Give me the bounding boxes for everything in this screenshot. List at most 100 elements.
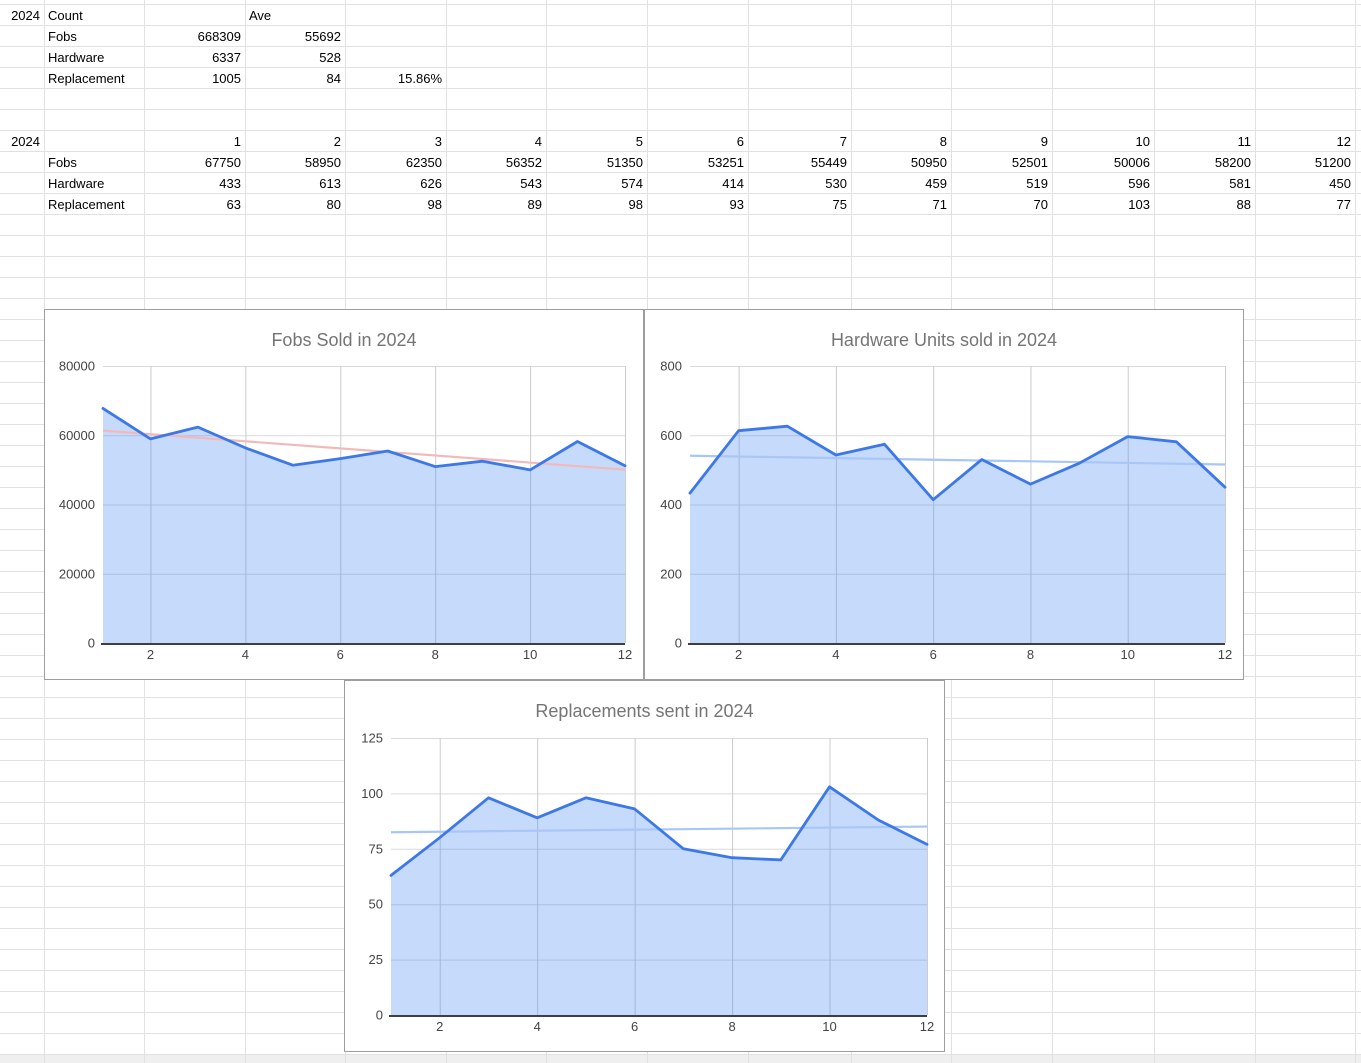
x-tick-label: 12 xyxy=(1218,647,1232,662)
chart-title: Fobs Sold in 2024 xyxy=(45,330,643,351)
cell-value[interactable]: 581 xyxy=(1155,173,1251,194)
x-tick-label: 8 xyxy=(728,1019,735,1034)
y-tick-label: 800 xyxy=(660,359,682,374)
cell-value[interactable]: 71 xyxy=(852,194,947,215)
cell-value[interactable]: 98 xyxy=(547,194,643,215)
x-tick-label: 2 xyxy=(147,647,154,662)
cell-value[interactable]: 53251 xyxy=(648,152,744,173)
cell-count[interactable]: 1005 xyxy=(145,68,241,89)
series-area xyxy=(103,408,625,643)
cell-count[interactable]: 6337 xyxy=(145,47,241,68)
y-tick-label: 75 xyxy=(369,841,383,856)
cell-month-header[interactable]: 6 xyxy=(648,131,744,152)
y-tick-label: 50 xyxy=(369,897,383,912)
cell-ave[interactable]: 55692 xyxy=(246,26,341,47)
cell-ave-header[interactable]: Ave xyxy=(249,5,345,26)
cell-count-header[interactable]: Count xyxy=(48,5,144,26)
x-tick-label: 10 xyxy=(523,647,537,662)
chart-card-fobs[interactable]: Fobs Sold in 2024 0200004000060000800002… xyxy=(44,309,644,680)
cell-value[interactable]: 77 xyxy=(1256,194,1351,215)
cell-value[interactable]: 56352 xyxy=(447,152,542,173)
y-tick-label: 100 xyxy=(361,786,383,801)
x-tick-label: 6 xyxy=(930,647,937,662)
cell-value[interactable]: 543 xyxy=(447,173,542,194)
y-tick-label: 125 xyxy=(361,731,383,746)
cell-value[interactable]: 530 xyxy=(749,173,847,194)
chart-card-replacements[interactable]: Replacements sent in 2024 0 25 50 75 100 125 2… xyxy=(344,680,945,1052)
x-tick-label: 2 xyxy=(735,647,742,662)
cell-month-header[interactable]: 3 xyxy=(346,131,442,152)
bottom-strip xyxy=(0,1054,1361,1063)
cell-value[interactable]: 75 xyxy=(749,194,847,215)
cell-row-label[interactable]: Hardware xyxy=(48,47,144,68)
x-tick-label: 6 xyxy=(631,1019,638,1034)
cell-value[interactable]: 51350 xyxy=(547,152,643,173)
cell-month-header[interactable]: 2 xyxy=(246,131,341,152)
hardware-chart-canvas: 020040060080024681012 xyxy=(645,310,1243,679)
cell-month-header[interactable]: 9 xyxy=(952,131,1048,152)
cell-month-header[interactable]: 11 xyxy=(1155,131,1251,152)
cell-row-label[interactable]: Fobs xyxy=(48,26,144,47)
cell-value[interactable]: 58200 xyxy=(1155,152,1251,173)
y-tick-label: 0 xyxy=(376,1008,383,1023)
cell-value[interactable]: 626 xyxy=(346,173,442,194)
cell-value[interactable]: 88 xyxy=(1155,194,1251,215)
cell-value[interactable]: 50950 xyxy=(852,152,947,173)
cell-row-label[interactable]: Replacement xyxy=(48,68,144,89)
cell-value[interactable]: 63 xyxy=(145,194,241,215)
y-tick-label: 600 xyxy=(660,428,682,443)
cell-value[interactable]: 93 xyxy=(648,194,744,215)
x-tick-label: 4 xyxy=(832,647,839,662)
cell-value[interactable]: 103 xyxy=(1053,194,1150,215)
x-tick-label: 10 xyxy=(822,1019,836,1034)
cell-year[interactable]: 2024 xyxy=(0,5,40,26)
cell-month-header[interactable]: 12 xyxy=(1256,131,1351,152)
cell-percent[interactable]: 15.86% xyxy=(346,68,442,89)
cell-value[interactable]: 519 xyxy=(952,173,1048,194)
y-tick-label: 200 xyxy=(660,566,682,581)
cell-value[interactable]: 67750 xyxy=(145,152,241,173)
cell-value[interactable]: 58950 xyxy=(246,152,341,173)
chart-title: Replacements sent in 2024 xyxy=(345,701,944,722)
chart-title: Hardware Units sold in 2024 xyxy=(645,330,1243,351)
x-tick-label: 12 xyxy=(618,647,632,662)
cell-month-header[interactable]: 4 xyxy=(447,131,542,152)
cell-value[interactable]: 459 xyxy=(852,173,947,194)
cell-value[interactable]: 50006 xyxy=(1053,152,1150,173)
x-tick-label: 4 xyxy=(534,1019,541,1034)
cell-value[interactable]: 52501 xyxy=(952,152,1048,173)
cell-value[interactable]: 70 xyxy=(952,194,1048,215)
y-tick-label: 80000 xyxy=(59,359,95,374)
cell-value[interactable]: 613 xyxy=(246,173,341,194)
cell-value[interactable]: 51200 xyxy=(1256,152,1351,173)
cell-ave[interactable]: 84 xyxy=(246,68,341,89)
cell-value[interactable]: 80 xyxy=(246,194,341,215)
cell-row-label[interactable]: Replacement xyxy=(48,194,144,215)
y-tick-label: 0 xyxy=(88,636,95,651)
cell-value[interactable]: 89 xyxy=(447,194,542,215)
cell-ave[interactable]: 528 xyxy=(246,47,341,68)
cell-row-label[interactable]: Hardware xyxy=(48,173,144,194)
cell-month-header[interactable]: 5 xyxy=(547,131,643,152)
cell-month-header[interactable]: 10 xyxy=(1053,131,1150,152)
cell-value[interactable]: 55449 xyxy=(749,152,847,173)
y-tick-label: 400 xyxy=(660,497,682,512)
cell-value[interactable]: 98 xyxy=(346,194,442,215)
y-tick-label: 25 xyxy=(369,952,383,967)
cell-month-header[interactable]: 1 xyxy=(145,131,241,152)
replacements-chart-canvas: 025507510012524681012 xyxy=(345,681,944,1051)
cell-value[interactable]: 574 xyxy=(547,173,643,194)
cell-value[interactable]: 596 xyxy=(1053,173,1150,194)
cell-value[interactable]: 414 xyxy=(648,173,744,194)
cell-count[interactable]: 668309 xyxy=(145,26,241,47)
cell-month-header[interactable]: 7 xyxy=(749,131,847,152)
cell-month-header[interactable]: 8 xyxy=(852,131,947,152)
chart-card-hardware[interactable]: Hardware Units sold in 2024 0 200 400 600 80… xyxy=(644,309,1244,680)
y-tick-label: 0 xyxy=(675,636,682,651)
cell-value[interactable]: 433 xyxy=(145,173,241,194)
cell-value[interactable]: 62350 xyxy=(346,152,442,173)
cell-value[interactable]: 450 xyxy=(1256,173,1351,194)
cell-row-label[interactable]: Fobs xyxy=(48,152,144,173)
x-tick-label: 2 xyxy=(436,1019,443,1034)
cell-year[interactable]: 2024 xyxy=(0,131,40,152)
